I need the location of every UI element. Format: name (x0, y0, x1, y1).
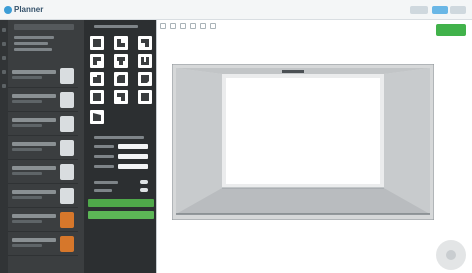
length-input[interactable] (118, 154, 148, 159)
room-shape-bevel-icon[interactable] (114, 72, 128, 86)
undo-icon[interactable] (160, 23, 166, 29)
room-shape-cut-icon[interactable] (138, 72, 152, 86)
create-room-button[interactable] (88, 211, 154, 219)
view-2d-icon[interactable] (180, 23, 186, 29)
item-subtitle (12, 244, 42, 247)
view-3d-icon[interactable] (190, 23, 196, 29)
catalog-item[interactable] (8, 136, 78, 160)
catalog-link[interactable] (14, 48, 52, 51)
catalog-link[interactable] (14, 42, 48, 45)
width-input[interactable] (118, 144, 148, 149)
top-menu-button[interactable] (410, 6, 428, 14)
catalog-item[interactable] (8, 112, 78, 136)
item-thumbnail (60, 68, 74, 84)
ceiling-light-icon (282, 70, 304, 73)
item-subtitle (12, 196, 42, 199)
room-shape-angled-icon[interactable] (90, 110, 104, 124)
height-input[interactable] (118, 164, 148, 169)
item-title (12, 142, 56, 146)
icon-rail (0, 20, 8, 273)
item-subtitle (12, 148, 42, 151)
room-shape-rectangle-icon[interactable] (90, 36, 104, 50)
room-shape-diagonal-icon[interactable] (138, 90, 152, 104)
item-thumbnail (60, 188, 74, 204)
item-title (12, 118, 56, 122)
option-label (94, 189, 112, 192)
room-shape-reverse-l-icon[interactable] (114, 90, 128, 104)
height-label (94, 165, 114, 168)
item-title (12, 214, 56, 218)
item-title (12, 238, 56, 242)
canvas-toolbar (160, 21, 250, 31)
width-label (94, 145, 114, 148)
apply-button[interactable] (88, 199, 154, 207)
catalog-item[interactable] (8, 208, 78, 232)
item-title (12, 70, 56, 74)
catalog-item[interactable] (8, 184, 78, 208)
room-shape-u-icon[interactable] (138, 54, 152, 68)
catalog-item[interactable] (8, 64, 78, 88)
redo-icon[interactable] (170, 23, 176, 29)
item-subtitle (12, 220, 42, 223)
zoom-handle[interactable] (446, 250, 456, 260)
app-logo[interactable]: Planner (4, 4, 48, 16)
app-window: Planner (0, 0, 472, 273)
room-shape-corner-icon[interactable] (90, 54, 104, 68)
rail-icon[interactable] (2, 56, 6, 60)
room-shape-l-icon[interactable] (114, 36, 128, 50)
catalog-link[interactable] (14, 36, 54, 39)
room-shape-t-icon[interactable] (114, 54, 128, 68)
item-subtitle (12, 76, 42, 79)
item-subtitle (12, 100, 42, 103)
catalog-item[interactable] (8, 232, 78, 256)
catalog-search[interactable] (14, 24, 74, 30)
dimensions-heading (94, 136, 144, 139)
room-shape-notch-icon[interactable] (138, 36, 152, 50)
room-shape-step-icon[interactable] (90, 72, 104, 86)
settings-icon[interactable] (210, 23, 216, 29)
item-thumbnail (60, 212, 74, 228)
rail-icon[interactable] (2, 28, 6, 32)
option-toggle[interactable] (140, 188, 148, 192)
rail-icon[interactable] (2, 84, 6, 88)
room-shape-square-icon[interactable] (90, 90, 104, 104)
top-bar: Planner (0, 0, 472, 20)
app-name: Planner (14, 5, 44, 14)
catalog-item[interactable] (8, 160, 78, 184)
option-toggle[interactable] (140, 180, 148, 184)
item-title (12, 94, 56, 98)
canvas-action-button[interactable] (436, 24, 466, 36)
room-window-area (226, 78, 380, 184)
panel-heading (94, 25, 138, 28)
item-title (12, 190, 56, 194)
item-title (12, 166, 56, 170)
item-subtitle (12, 124, 42, 127)
catalog-item[interactable] (8, 88, 78, 112)
canvas-divider (156, 20, 157, 273)
length-label (94, 155, 114, 158)
item-thumbnail (60, 116, 74, 132)
item-thumbnail (60, 140, 74, 156)
top-share-button[interactable] (432, 6, 448, 14)
rail-icon[interactable] (2, 70, 6, 74)
item-thumbnail (60, 164, 74, 180)
top-account-button[interactable] (450, 6, 466, 14)
option-label (94, 181, 118, 184)
room-3d-view[interactable] (172, 64, 434, 220)
rail-icon[interactable] (2, 42, 6, 46)
measure-icon[interactable] (200, 23, 206, 29)
item-thumbnail (60, 236, 74, 252)
item-subtitle (12, 172, 42, 175)
logo-icon (4, 6, 12, 14)
item-thumbnail (60, 92, 74, 108)
